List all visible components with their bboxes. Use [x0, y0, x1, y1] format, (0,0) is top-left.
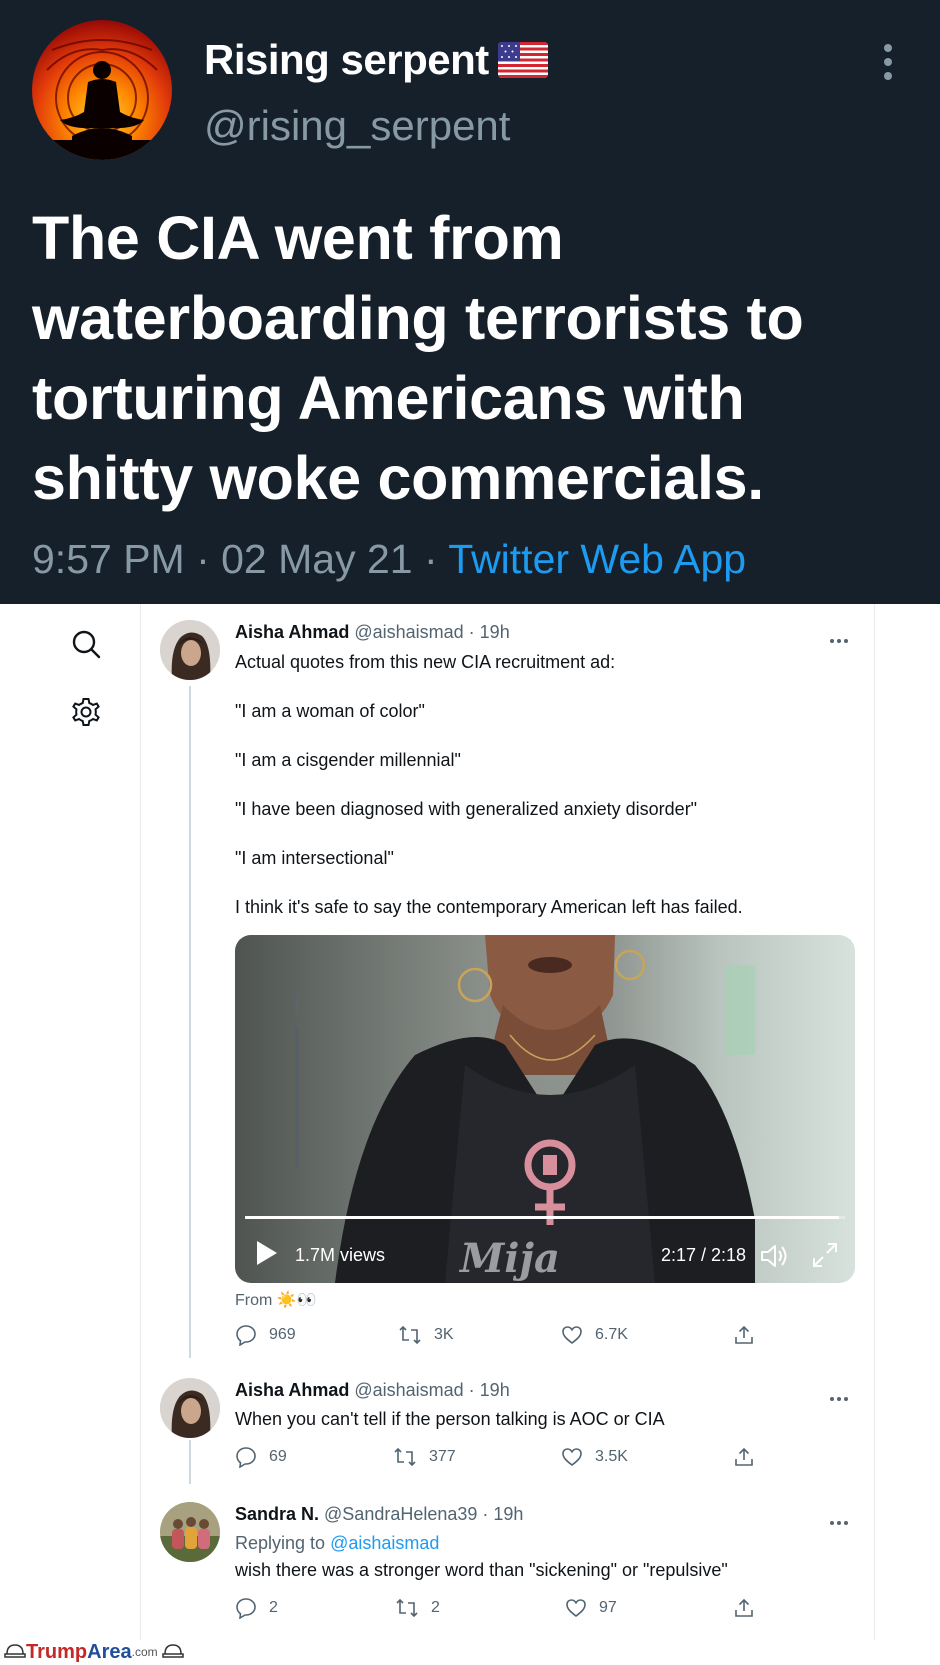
video-time: 2:17 / 2:18	[661, 1245, 747, 1265]
watermark-trump: Trump	[26, 1640, 88, 1663]
more-options-icon[interactable]	[830, 1512, 856, 1525]
replying-to-label: Replying to	[235, 1533, 331, 1553]
tweet-actions: 69 377 3.5K	[235, 1446, 765, 1472]
like-count: 3.5K	[595, 1448, 628, 1465]
tweet-from-label: From ☀️👀	[235, 1292, 317, 1309]
meditating-figure-icon	[32, 39, 172, 160]
author-name[interactable]: Aisha Ahmad	[235, 622, 349, 642]
panel-divider	[874, 604, 875, 1640]
retweet-count: 3K	[434, 1326, 454, 1343]
author-name[interactable]: Aisha Ahmad	[235, 1380, 349, 1400]
more-options-icon[interactable]	[830, 1388, 856, 1401]
fullscreen-icon[interactable]	[811, 1241, 839, 1269]
author-handle-time[interactable]: @aishaismad · 19h	[349, 622, 509, 642]
main-tweet: Rising serpent @rising_serpent The CIA w…	[0, 0, 940, 604]
author-name[interactable]: Sandra N.	[235, 1504, 319, 1524]
tweet-text: When you can't tell if the person talkin…	[235, 1409, 665, 1429]
avatar[interactable]	[32, 20, 172, 160]
display-name[interactable]: Rising serpent	[204, 36, 489, 84]
author-handle-time[interactable]: @SandraHelena39 · 19h	[319, 1504, 523, 1524]
tweet-line: "I am a woman of color"	[235, 701, 425, 721]
share-icon	[735, 1447, 753, 1466]
retweet-count: 2	[431, 1599, 440, 1616]
share-button[interactable]	[733, 1324, 767, 1346]
heart-icon	[562, 1326, 582, 1345]
replying-to: Replying to @aishaismad	[235, 1533, 439, 1554]
tweet-header: Aisha Ahmad @aishaismad · 19h	[235, 622, 510, 643]
tweet-text: wish there was a stronger word than "sic…	[235, 1560, 728, 1580]
avatar[interactable]	[160, 620, 220, 680]
thread-connector	[189, 686, 191, 1358]
like-button[interactable]: 6.7K	[561, 1324, 628, 1346]
like-count: 97	[599, 1599, 617, 1616]
play-icon[interactable]	[255, 1240, 279, 1266]
volume-icon[interactable]	[759, 1241, 789, 1271]
tweet-meta: 9:57 PM · 02 May 21 · Twitter Web App	[32, 536, 746, 583]
tweet-header: Aisha Ahmad @aishaismad · 19h	[235, 1380, 510, 1401]
tweet-actions: 969 3K 6.7K	[235, 1324, 765, 1350]
tweet-timestamp: 9:57 PM · 02 May 21 ·	[32, 536, 449, 582]
retweet-count: 377	[429, 1448, 456, 1465]
tweet-line: "I am intersectional"	[235, 848, 394, 868]
tweet-actions: 2 2 97	[235, 1597, 765, 1623]
source-app-link[interactable]: Twitter Web App	[448, 536, 746, 582]
reply-count: 2	[269, 1599, 278, 1616]
heart-icon	[566, 1599, 586, 1618]
like-button[interactable]: 3.5K	[561, 1446, 628, 1468]
retweet-icon	[399, 1325, 421, 1345]
share-icon	[735, 1325, 753, 1344]
retweet-button[interactable]: 3K	[398, 1324, 454, 1346]
tweet-body: The CIA went from waterboarding terroris…	[32, 204, 804, 512]
reply-button[interactable]: 2	[235, 1597, 278, 1619]
video-player[interactable]: E-ADDED NTENT Mija 1.7M views 2:17 / 2:1…	[235, 935, 855, 1283]
reply-button[interactable]: 969	[235, 1324, 296, 1346]
avatar[interactable]	[160, 1502, 220, 1562]
tweet-header: Sandra N. @SandraHelena39 · 19h	[235, 1504, 523, 1525]
video-views: 1.7M views	[295, 1245, 386, 1265]
share-button[interactable]	[733, 1446, 767, 1468]
retweet-button[interactable]: 377	[393, 1446, 456, 1468]
reply-count: 69	[269, 1448, 287, 1465]
us-flag-icon	[498, 42, 548, 78]
watermark-domain: .com	[131, 1645, 158, 1659]
retweet-button[interactable]: 2	[395, 1597, 440, 1619]
shirt-text: Mija	[460, 1235, 560, 1282]
avatar[interactable]	[160, 1378, 220, 1438]
like-count: 6.7K	[595, 1326, 628, 1343]
retweet-icon	[396, 1598, 418, 1618]
video-progress-fill	[245, 1216, 839, 1219]
reply-count: 969	[269, 1326, 296, 1343]
tweet-line: "I am a cisgender millennial"	[235, 750, 461, 770]
share-icon	[735, 1598, 753, 1617]
tweet-line: Actual quotes from this new CIA recruitm…	[235, 652, 616, 672]
more-options-icon[interactable]	[876, 44, 900, 84]
heart-icon	[562, 1448, 582, 1467]
thread-connector	[189, 1440, 191, 1484]
author-handle-time[interactable]: @aishaismad · 19h	[349, 1380, 509, 1400]
hat-icon	[4, 1644, 26, 1658]
video-frame: E-ADDED NTENT	[295, 935, 755, 1283]
search-icon[interactable]	[70, 628, 102, 660]
tweet-line: "I have been diagnosed with generalized …	[235, 799, 698, 819]
reply-icon	[236, 1325, 256, 1346]
like-button[interactable]: 97	[565, 1597, 617, 1619]
reply-icon	[236, 1447, 256, 1468]
reply-button[interactable]: 69	[235, 1446, 287, 1468]
hat-icon	[161, 1644, 184, 1658]
share-button[interactable]	[733, 1597, 767, 1619]
watermark-area: Area	[87, 1640, 132, 1663]
user-handle[interactable]: @rising_serpent	[204, 102, 510, 150]
reply-icon	[236, 1598, 256, 1619]
panel-divider	[140, 604, 141, 1640]
tweet-line: I think it's safe to say the contemporar…	[235, 897, 743, 917]
site-watermark: Trump Area .com	[4, 1640, 184, 1664]
more-options-icon[interactable]	[830, 630, 856, 643]
gear-icon[interactable]	[70, 696, 102, 728]
replying-to-link[interactable]: @aishaismad	[330, 1533, 439, 1553]
retweet-icon	[394, 1447, 416, 1467]
